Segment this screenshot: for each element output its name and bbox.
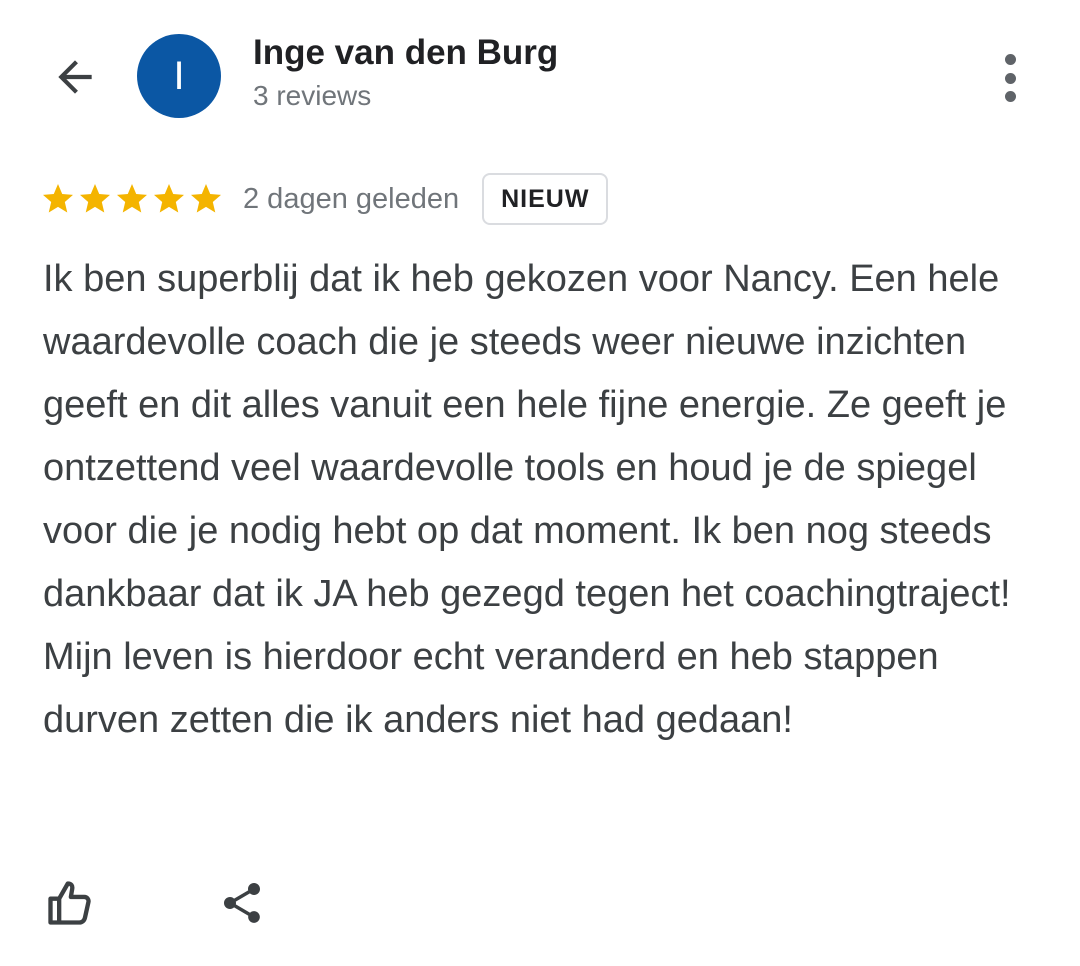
reviewer-name[interactable]: Inge van den Burg bbox=[253, 33, 558, 73]
more-dot bbox=[1004, 72, 1016, 84]
like-button[interactable] bbox=[38, 871, 102, 935]
star-icon bbox=[80, 184, 110, 213]
thumbs-up-icon bbox=[48, 881, 91, 925]
more-dot bbox=[1004, 91, 1016, 102]
avatar[interactable]: I bbox=[137, 34, 221, 118]
star-icon bbox=[43, 184, 73, 213]
star-icon bbox=[191, 184, 221, 213]
review-text: Ik ben superblij dat ik heb gekozen voor… bbox=[43, 258, 1011, 741]
new-badge: NIEUW bbox=[482, 173, 609, 225]
share-icon bbox=[224, 883, 260, 923]
more-options-button[interactable] bbox=[988, 50, 1032, 106]
review-time: 2 dagen geleden bbox=[243, 182, 460, 215]
star-icon bbox=[154, 184, 184, 213]
more-dot bbox=[1004, 54, 1016, 65]
arrow-left-icon bbox=[58, 60, 92, 94]
reviewer-review-count: 3 reviews bbox=[253, 80, 372, 111]
review-meta: 2 dagen geleden NIEUW bbox=[40, 170, 609, 228]
review-actions bbox=[38, 868, 274, 938]
back-button[interactable] bbox=[46, 48, 104, 106]
avatar-initial: I bbox=[173, 53, 185, 98]
star-icon bbox=[117, 184, 147, 213]
star-rating bbox=[40, 181, 224, 217]
share-button[interactable] bbox=[210, 871, 274, 935]
review-header: I Inge van den Burg 3 reviews bbox=[0, 0, 1080, 150]
